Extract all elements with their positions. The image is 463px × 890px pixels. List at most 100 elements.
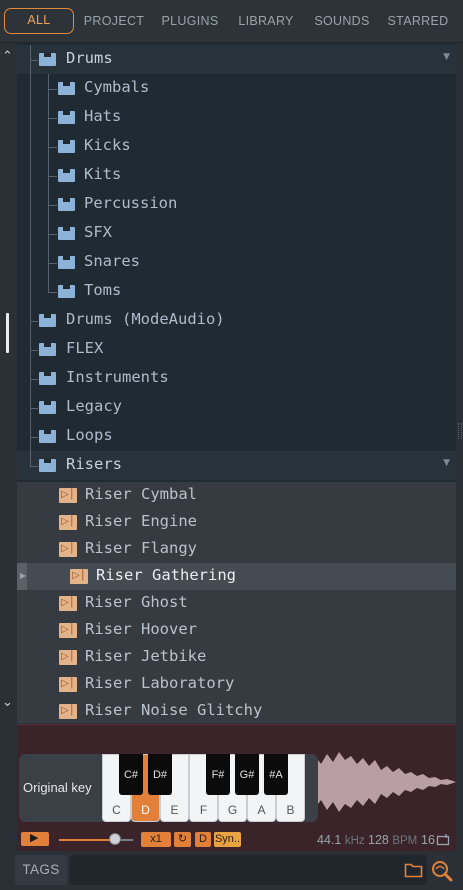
tree-folder-drums[interactable]: Drums ▼ (17, 45, 456, 74)
folder-icon (58, 111, 75, 124)
resize-preview-icon[interactable] (436, 834, 450, 846)
tree-folder-label: Percussion (84, 194, 178, 212)
loop-button[interactable]: ↻ (174, 832, 191, 847)
list-item[interactable]: ▷│ Riser Ghost (17, 590, 456, 617)
scroll-up-icon[interactable]: ⌃ (2, 49, 13, 64)
file-label: Riser Engine (85, 512, 197, 530)
bottom-bar: TAGS (0, 851, 463, 890)
tags-button[interactable]: TAGS (15, 855, 67, 885)
key-badge[interactable]: D (195, 832, 211, 847)
volume-knob[interactable] (109, 833, 121, 845)
piano-key-d-sharp[interactable]: D# (148, 754, 172, 795)
file-label: Riser Ghost (85, 593, 188, 611)
tree-folder-risers[interactable]: Risers ▼ (17, 451, 456, 480)
audio-file-icon: ▷│ (59, 704, 77, 719)
tab-starred[interactable]: STARRED (382, 8, 454, 34)
tags-field[interactable] (70, 855, 427, 885)
tree-folder-drums-modeaudio[interactable]: Drums (ModeAudio) (17, 306, 456, 335)
audio-file-icon: ▷│ (59, 623, 77, 638)
tree-folder-label: Kicks (84, 136, 131, 154)
tree-folder-hats[interactable]: Hats (17, 103, 456, 132)
browser-tabs: ALL PROJECT PLUGINS LIBRARY SOUNDS STARR… (0, 0, 463, 43)
sync-button[interactable]: Syn.. (214, 832, 241, 847)
file-label: Riser Jetbike (85, 647, 207, 665)
tree-folder-loops[interactable]: Loops (17, 422, 456, 451)
selection-marker: ▶ (17, 563, 27, 590)
speed-button[interactable]: x1 (141, 832, 171, 847)
folder-icon (58, 285, 75, 298)
bit-depth: 16 (421, 833, 435, 847)
piano-key-a-sharp[interactable]: #A (264, 754, 288, 795)
piano-key-f-sharp[interactable]: F# (206, 754, 230, 795)
tree-folder-flex[interactable]: FLEX (17, 335, 456, 364)
collapse-arrow-icon[interactable]: ▼ (443, 458, 450, 468)
folder-icon (39, 343, 56, 356)
list-item[interactable]: ▷│ Riser Engine (17, 509, 456, 536)
file-label: Riser Gathering (96, 566, 236, 584)
list-item[interactable]: ▷│ Riser Noise Glitchy (17, 698, 456, 725)
tab-library[interactable]: LIBRARY (232, 8, 300, 34)
audio-file-icon: ▷│ (59, 650, 77, 665)
left-gutter: ⌃ ⌄ (0, 43, 17, 723)
audio-file-icon: ▷│ (59, 542, 77, 557)
folder-icon (58, 82, 75, 95)
collapse-arrow-icon[interactable]: ▼ (443, 52, 450, 62)
list-item[interactable]: ▷│ Riser Cymbal (17, 482, 456, 509)
tree-folder-label: Cymbals (84, 78, 150, 96)
folder-icon[interactable] (404, 862, 423, 878)
tree-folder-label: Kits (84, 165, 122, 183)
list-item[interactable]: ▷│ Riser Laboratory (17, 671, 456, 698)
audio-file-icon: ▷│ (59, 515, 77, 530)
list-item-selected[interactable]: ▶ ▷│ Riser Gathering (17, 563, 456, 590)
tempo: 128 BPM (368, 833, 418, 847)
list-item[interactable]: ▷│ Riser Jetbike (17, 644, 456, 671)
original-key-label: Original key (23, 780, 92, 795)
file-list: ▷│ Riser Cymbal ▷│ Riser Engine ▷│ Riser… (17, 482, 456, 723)
piano-key-g-sharp[interactable]: G# (235, 754, 259, 795)
tree-folder-percussion[interactable]: Percussion (17, 190, 456, 219)
list-item[interactable]: ▷│ Riser Flangy (17, 536, 456, 563)
play-button[interactable]: ▶ (21, 831, 49, 846)
play-icon: ▶ (30, 831, 39, 844)
tab-sounds[interactable]: SOUNDS (310, 8, 374, 34)
tree-folder-label: SFX (84, 223, 112, 241)
tab-plugins[interactable]: PLUGINS (156, 8, 224, 34)
tree-folder-cymbals[interactable]: Cymbals (17, 74, 456, 103)
folder-icon (39, 53, 56, 66)
tree-folder-label: Hats (84, 107, 122, 125)
file-label: Riser Hoover (85, 620, 197, 638)
tree-folder-legacy[interactable]: Legacy (17, 393, 456, 422)
sample-rate: 44.1 kHz (317, 833, 365, 847)
audio-file-icon: ▷│ (70, 569, 88, 584)
tree-folder-instruments[interactable]: Instruments (17, 364, 456, 393)
tree-folder-label: Snares (84, 252, 140, 270)
preview-controls: ▶ x1 ↻ D Syn.. 44.1 kHz 128 BPM 16 (17, 829, 456, 851)
folder-icon (58, 227, 75, 240)
audio-file-icon: ▷│ (59, 488, 77, 503)
tree-folder-label: Drums (ModeAudio) (66, 310, 225, 328)
tree-folder-label: Legacy (66, 397, 122, 415)
folder-icon (39, 430, 56, 443)
folder-icon (39, 372, 56, 385)
list-item[interactable]: ▷│ Riser Hoover (17, 617, 456, 644)
search-icon[interactable] (431, 860, 453, 882)
piano-key-c-sharp[interactable]: C# (119, 754, 143, 795)
tab-project[interactable]: PROJECT (78, 8, 150, 34)
folder-icon (58, 169, 75, 182)
tree-folder-kits[interactable]: Kits (17, 161, 456, 190)
resize-edge[interactable] (456, 43, 463, 723)
tree-folder-snares[interactable]: Snares (17, 248, 456, 277)
folder-icon (58, 140, 75, 153)
resize-grip[interactable] (458, 423, 462, 439)
scroll-down-icon[interactable]: ⌄ (2, 695, 13, 710)
folder-icon (39, 314, 56, 327)
tree-folder-toms[interactable]: Toms (17, 277, 456, 306)
scroll-position-indicator[interactable] (6, 313, 9, 353)
audio-file-icon: ▷│ (59, 596, 77, 611)
folder-icon (39, 401, 56, 414)
tree-folder-label: Instruments (66, 368, 169, 386)
tree-folder-sfx[interactable]: SFX (17, 219, 456, 248)
tab-all[interactable]: ALL (4, 8, 74, 34)
audio-file-icon: ▷│ (59, 677, 77, 692)
tree-folder-kicks[interactable]: Kicks (17, 132, 456, 161)
